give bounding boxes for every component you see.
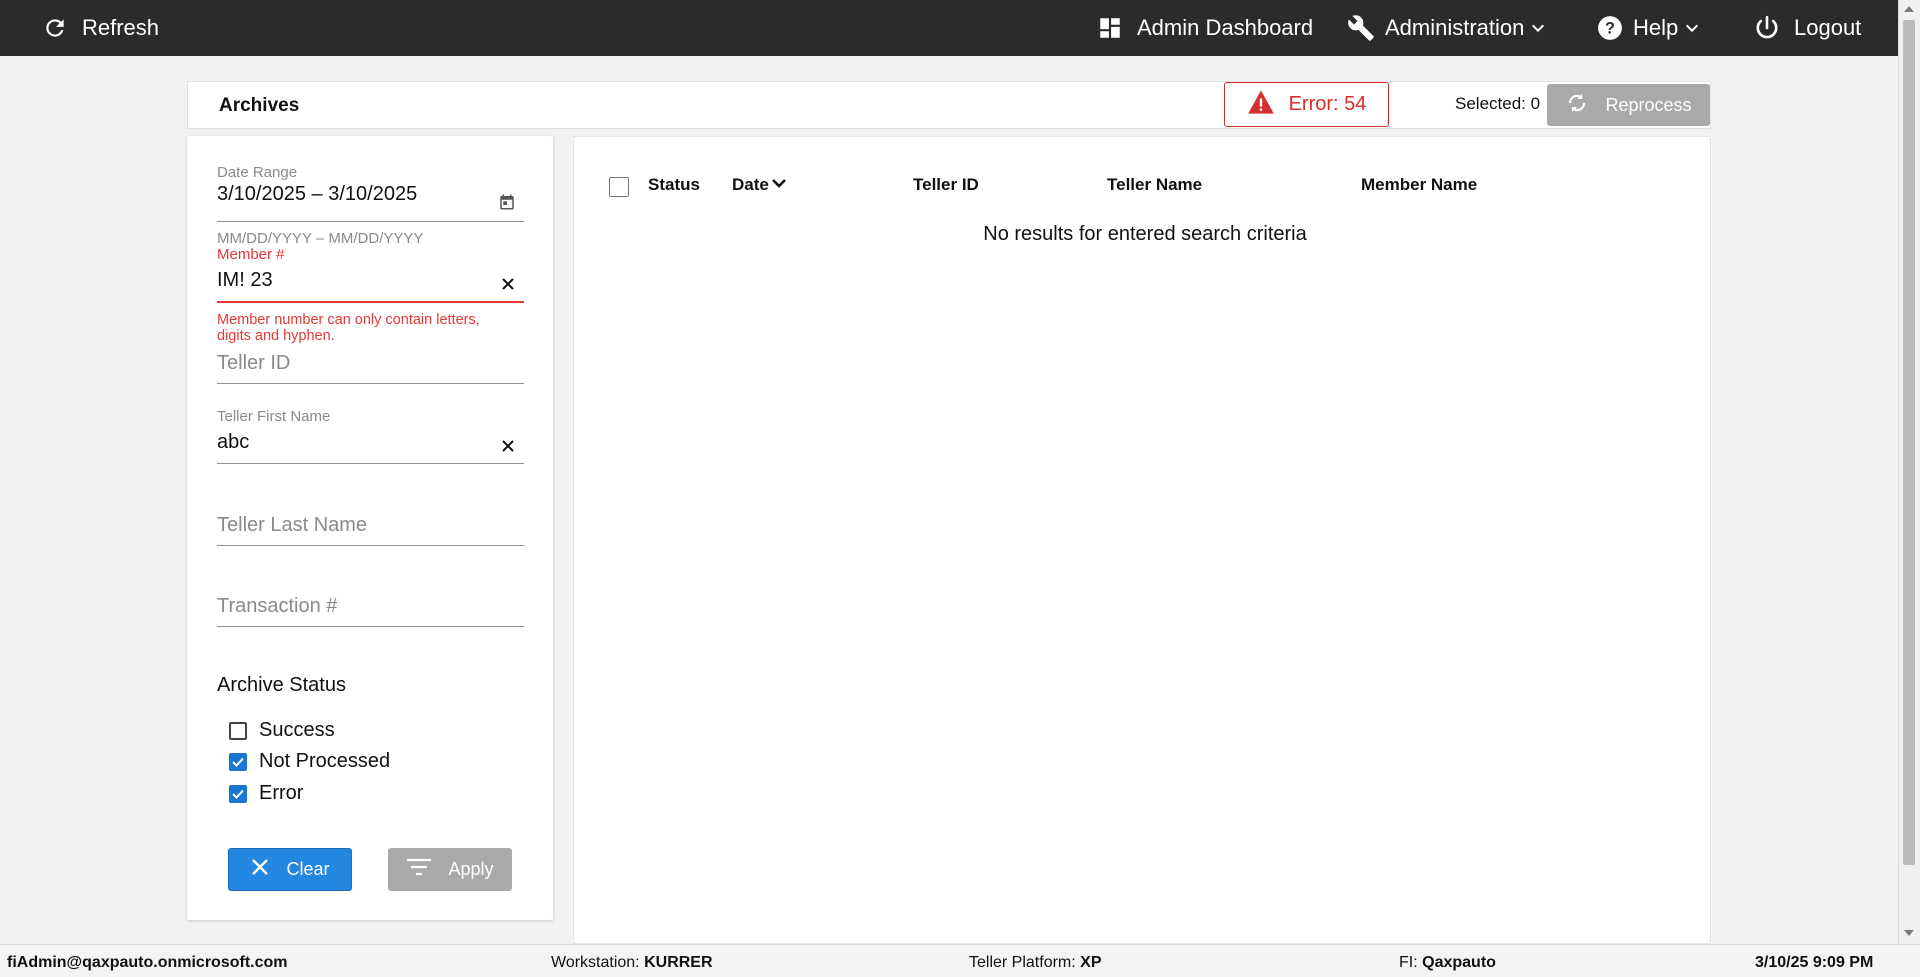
scroll-up-arrow[interactable] <box>1904 6 1914 12</box>
transaction-input[interactable]: Transaction # <box>217 595 524 618</box>
success-checkbox[interactable] <box>229 721 247 740</box>
close-icon <box>250 857 270 882</box>
footer-teller-platform: Teller Platform: XP <box>969 954 1102 971</box>
reprocess-button[interactable]: Reprocess <box>1547 84 1710 126</box>
column-header-status[interactable]: Status <box>648 175 700 195</box>
select-all-checkbox[interactable] <box>609 177 629 197</box>
transaction-field[interactable]: Transaction # <box>217 595 524 618</box>
teller-first-name-field[interactable]: Teller First Name abc <box>217 408 524 454</box>
teller-first-name-underline <box>217 463 524 464</box>
apply-button[interactable]: Apply <box>388 848 512 891</box>
logout-label: Logout <box>1794 15 1862 40</box>
warning-icon <box>1247 89 1275 121</box>
column-header-date[interactable]: Date <box>732 175 787 195</box>
page-title: Archives <box>219 95 300 116</box>
error-count-badge[interactable]: Error: 54 <box>1224 82 1389 127</box>
error-label: Error <box>259 782 304 804</box>
footer-workstation: Workstation: KURRER <box>551 954 713 971</box>
scroll-down-arrow[interactable] <box>1904 930 1914 936</box>
member-number-field[interactable]: Member # IM! 23 <box>217 246 524 292</box>
status-option-error[interactable]: Error <box>229 782 303 805</box>
filter-icon <box>406 857 432 882</box>
clear-first-name-icon[interactable] <box>500 438 516 454</box>
administration-label: Administration <box>1385 15 1525 40</box>
date-range-hint: MM/DD/YYYY – MM/DD/YYYY <box>217 230 424 247</box>
page-scrollbar[interactable] <box>1898 0 1920 944</box>
refresh-button[interactable]: Refresh <box>42 0 159 56</box>
status-option-not-processed[interactable]: Not Processed <box>229 750 390 773</box>
clear-label: Clear <box>286 859 330 879</box>
not-processed-checkbox[interactable] <box>229 752 247 771</box>
column-header-member-name[interactable]: Member Name <box>1361 175 1477 195</box>
date-range-label: Date Range <box>217 164 298 181</box>
date-range-field[interactable]: Date Range 3/10/2025 – 3/10/2025 <box>217 164 524 206</box>
selected-count: Selected: 0 <box>1455 94 1541 113</box>
refresh-icon <box>42 15 68 41</box>
reprocess-label: Reprocess <box>1605 94 1692 115</box>
apply-label: Apply <box>448 859 494 879</box>
teller-last-name-field[interactable]: Teller Last Name <box>217 514 524 537</box>
member-number-label: Member # <box>217 246 285 263</box>
logout-button[interactable]: Logout <box>1754 0 1861 56</box>
reprocess-icon <box>1565 91 1589 120</box>
refresh-label: Refresh <box>82 15 160 40</box>
teller-first-name-input[interactable]: abc <box>217 431 524 454</box>
date-range-underline <box>217 221 524 222</box>
footer-fi: FI: Qaxpauto <box>1399 954 1496 971</box>
filter-panel: Date Range 3/10/2025 – 3/10/2025 MM/DD/Y… <box>187 136 553 920</box>
error-checkbox[interactable] <box>229 784 247 803</box>
teller-last-name-underline <box>217 545 524 546</box>
teller-id-underline <box>217 383 524 384</box>
column-header-teller-id[interactable]: Teller ID <box>913 175 979 195</box>
calendar-icon[interactable] <box>498 193 516 211</box>
member-number-input[interactable]: IM! 23 <box>217 269 524 292</box>
help-label: Help <box>1633 15 1679 40</box>
teller-last-name-input[interactable]: Teller Last Name <box>217 514 524 537</box>
chevron-down-icon <box>1684 20 1700 36</box>
not-processed-label: Not Processed <box>259 750 391 772</box>
status-bar: fiAdmin@qaxpauto.onmicrosoft.com Worksta… <box>0 944 1920 977</box>
checkmark-icon <box>232 789 244 799</box>
admin-dashboard-label: Admin Dashboard <box>1137 15 1314 40</box>
help-menu[interactable]: ? Help <box>1597 0 1700 56</box>
help-icon: ? <box>1597 15 1623 41</box>
admin-dashboard-link[interactable]: Admin Dashboard <box>1097 0 1313 56</box>
member-number-error: Member number can only contain letters, … <box>217 312 480 344</box>
footer-user: fiAdmin@qaxpauto.onmicrosoft.com <box>7 954 288 971</box>
member-number-underline <box>217 301 524 303</box>
empty-results-message: No results for entered search criteria <box>983 223 1307 245</box>
dashboard-icon <box>1097 15 1123 41</box>
chevron-down-icon <box>1530 20 1546 36</box>
power-icon <box>1754 15 1780 41</box>
scrollbar-thumb[interactable] <box>1903 20 1915 865</box>
sort-descending-icon <box>771 175 787 195</box>
wrench-icon <box>1347 14 1375 42</box>
transaction-underline <box>217 626 524 627</box>
svg-text:?: ? <box>1605 19 1615 37</box>
results-table: Status Date Teller ID Teller Name Member… <box>573 136 1711 944</box>
column-header-teller-name[interactable]: Teller Name <box>1107 175 1202 195</box>
footer-datetime: 3/10/25 9:09 PM <box>1755 954 1874 971</box>
archive-status-title: Archive Status <box>217 674 346 696</box>
error-count-label: Error: 54 <box>1288 93 1367 115</box>
clear-button[interactable]: Clear <box>228 848 352 891</box>
date-range-value[interactable]: 3/10/2025 – 3/10/2025 <box>217 183 524 206</box>
teller-id-field[interactable]: Teller ID <box>217 352 524 375</box>
checkmark-icon <box>232 757 244 767</box>
clear-member-icon[interactable] <box>500 276 516 292</box>
administration-menu[interactable]: Administration <box>1347 0 1546 56</box>
teller-first-name-label: Teller First Name <box>217 408 331 425</box>
top-navigation-bar: Refresh Admin Dashboard Administration ?… <box>0 0 1899 56</box>
success-label: Success <box>259 719 335 741</box>
teller-id-input[interactable]: Teller ID <box>217 352 524 375</box>
status-option-success[interactable]: Success <box>229 719 335 742</box>
